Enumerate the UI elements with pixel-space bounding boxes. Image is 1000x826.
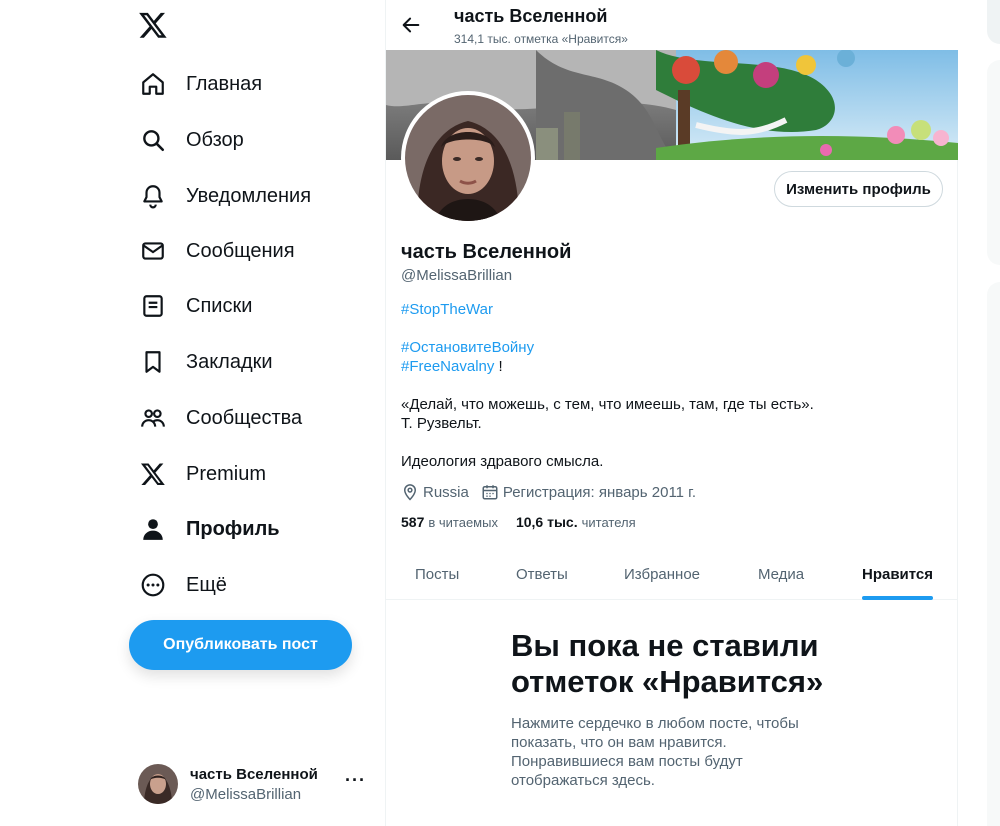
profile-bio: #StopTheWar #ОстановитеВойну #FreeNavaln… (401, 300, 941, 471)
bio-text: Идеология здравого смысла. (401, 453, 604, 470)
hashtag-link[interactable]: #ОстановитеВойну (401, 339, 534, 356)
list-icon (140, 293, 166, 319)
header-title: часть Вселенной (454, 6, 608, 26)
nav-item-messages[interactable]: Сообщения (132, 227, 372, 275)
account-handle: @MelissaBrillian (190, 785, 302, 803)
edit-profile-button[interactable]: Изменить профиль (774, 171, 943, 207)
bell-icon (140, 183, 166, 209)
following-count: 587 (401, 514, 425, 530)
nav-label: Закладки (186, 350, 273, 373)
followers-link[interactable]: 10,6 тыс. читателя (516, 514, 636, 530)
nav-item-more[interactable]: Ещё (132, 561, 372, 609)
location-pin-icon (403, 484, 417, 501)
followers-label: читателя (581, 515, 636, 530)
hashtag-link[interactable]: #StopTheWar (401, 301, 493, 318)
profile-handle: @MelissaBrillian (401, 267, 513, 284)
home-icon (140, 71, 166, 97)
nav-label: Уведомления (186, 184, 312, 207)
nav-label: Ещё (186, 573, 227, 596)
communities-icon (140, 405, 166, 431)
nav-item-explore[interactable]: Обзор (132, 116, 372, 164)
nav-item-lists[interactable]: Списки (132, 282, 372, 330)
nav-label: Сообщения (186, 239, 295, 262)
tab-media[interactable]: Медиа (758, 548, 804, 600)
sidebar-card-edge (987, 60, 1000, 265)
profile-meta: Russia Регистрация: январь 2011 г. (401, 483, 708, 501)
nav-label: Списки (186, 294, 253, 317)
publish-post-button[interactable]: Опубликовать пост (129, 620, 352, 670)
avatar (138, 764, 178, 804)
following-label: в читаемых (428, 515, 498, 530)
tab-posts[interactable]: Посты (415, 548, 459, 600)
more-circle-icon (140, 572, 166, 598)
envelope-icon (140, 238, 166, 264)
x-logo-icon[interactable] (138, 10, 170, 42)
joined-item: Регистрация: январь 2011 г. (481, 483, 696, 501)
bio-text: ! (494, 358, 503, 375)
active-tab-indicator (862, 596, 934, 600)
nav-item-premium[interactable]: Premium (132, 450, 372, 498)
bio-author: Т. Рузвельт. (401, 415, 482, 432)
nav-item-profile[interactable]: Профиль (132, 505, 372, 553)
sidebar-card-edge (987, 282, 1000, 826)
profile-tabs: Посты Ответы Избранное Медиа Нравится (386, 548, 958, 600)
nav-label: Обзор (186, 128, 244, 151)
profile-header: часть Вселенной 314,1 тыс. отметка «Нрав… (386, 0, 958, 50)
nav-label: Сообщества (186, 406, 303, 429)
joined-text: Регистрация: январь 2011 г. (502, 483, 696, 501)
tab-likes[interactable]: Нравится (862, 548, 934, 600)
nav-label: Premium (186, 462, 267, 485)
nav-label: Профиль (186, 517, 280, 540)
nav-label: Главная (186, 72, 263, 95)
tab-highlights[interactable]: Избранное (624, 548, 700, 600)
hashtag-link[interactable]: #FreeNavalny (401, 358, 494, 375)
search-bar-edge[interactable] (987, 0, 1000, 44)
bio-quote: «Делай, что можешь, с тем, что имеешь, т… (401, 396, 814, 413)
following-link[interactable]: 587 в читаемых (401, 514, 498, 530)
header-subtitle: 314,1 тыс. отметка «Нравится» (454, 32, 628, 46)
account-name: часть Вселенной (190, 765, 318, 783)
follow-stats: 587 в читаемых 10,6 тыс. читателя (401, 514, 654, 530)
location-item: Russia (401, 483, 469, 501)
profile-column: часть Вселенной 314,1 тыс. отметка «Нрав… (385, 0, 958, 826)
empty-text: Нажмите сердечко в любом посте, чтобы по… (511, 715, 799, 789)
calendar-icon (482, 485, 498, 500)
more-dots-icon[interactable]: ··· (345, 770, 366, 791)
profile-name: часть Вселенной (401, 241, 572, 263)
tab-replies[interactable]: Ответы (516, 548, 568, 600)
profile-avatar[interactable] (401, 91, 535, 225)
nav-item-bookmarks[interactable]: Закладки (132, 338, 372, 386)
account-switcher[interactable]: часть Вселенной @MelissaBrillian ··· (138, 760, 374, 808)
nav-item-home[interactable]: Главная (132, 60, 372, 108)
location-text: Russia (423, 483, 469, 501)
x-logo-icon (140, 461, 166, 487)
empty-state: Вы пока не ставили отметок «Нравится» На… (511, 628, 841, 790)
nav-item-notifications[interactable]: Уведомления (132, 172, 372, 220)
back-arrow-icon[interactable] (400, 14, 422, 36)
empty-title: Вы пока не ставили отметок «Нравится» (511, 628, 824, 699)
person-icon (140, 516, 166, 542)
nav-item-communities[interactable]: Сообщества (132, 394, 372, 442)
followers-count: 10,6 тыс. (515, 514, 578, 530)
sidebar: Главная Обзор Уведомления Сообщения Спис… (120, 0, 384, 826)
search-icon (140, 127, 166, 153)
bookmark-icon (140, 349, 166, 375)
